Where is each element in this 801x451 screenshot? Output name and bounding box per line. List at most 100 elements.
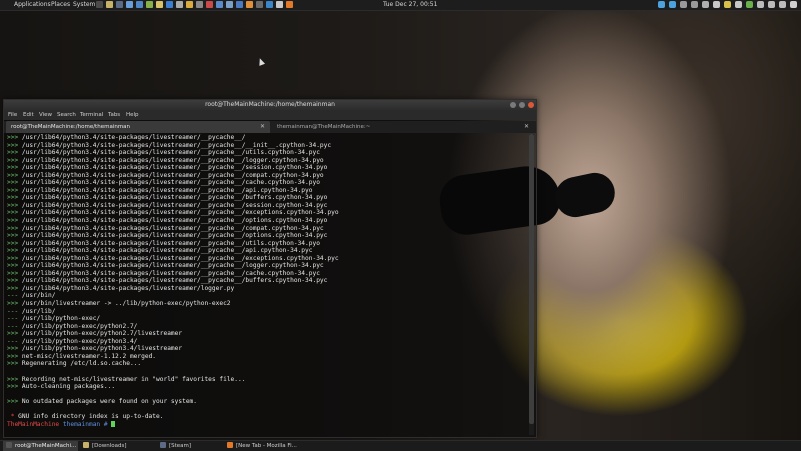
task-label: [Steam] — [169, 443, 192, 449]
badge-icon[interactable] — [724, 1, 731, 8]
menu-search[interactable]: Search — [57, 110, 76, 120]
app-icon[interactable] — [176, 1, 183, 8]
terminal-line: >>> Recording net-misc/livestreamer in "… — [7, 376, 529, 384]
mail-icon[interactable] — [156, 1, 163, 8]
terminal-line-text: >>> /usr/lib64/python3.4/site-packages/l… — [7, 254, 339, 262]
firefox-icon[interactable] — [286, 1, 293, 8]
terminal-line-text: >>> /usr/lib/python-exec/python3.4/lives… — [7, 345, 183, 353]
menu-places[interactable]: Places — [51, 0, 70, 10]
terminal-line: --- /usr/lib/ — [7, 308, 529, 316]
terminal-line: >>> /usr/lib64/python3.4/site-packages/l… — [7, 157, 529, 165]
steam-icon — [160, 442, 166, 448]
menu-help[interactable]: Help — [126, 110, 139, 120]
terminal-line: >>> /usr/lib64/python3.4/site-packages/l… — [7, 209, 529, 217]
app-icon[interactable] — [136, 1, 143, 8]
mail-icon[interactable] — [680, 1, 687, 8]
volume-icon[interactable] — [768, 1, 775, 8]
display-icon[interactable] — [691, 1, 698, 8]
app-icon[interactable] — [126, 1, 133, 8]
menu-applications[interactable]: Applications — [14, 0, 51, 10]
menu-system[interactable]: System — [73, 0, 95, 10]
terminal-scrollbar[interactable] — [529, 134, 534, 435]
terminal-line-text: >>> Regenerating /etc/ld.so.cache... — [7, 360, 142, 368]
launcher-bar — [96, 1, 293, 9]
app-icon[interactable] — [226, 1, 233, 8]
app-icon[interactable] — [276, 1, 283, 8]
grid-icon[interactable] — [713, 1, 720, 8]
tab-user[interactable]: themainman@TheMainMachine:~ ✕ — [272, 121, 534, 133]
window-titlebar[interactable]: root@TheMainMachine:/home/themainman — [4, 100, 536, 110]
terminal-icon[interactable] — [96, 1, 103, 8]
terminal-line-text: >>> /usr/lib64/python3.4/site-packages/l… — [7, 284, 235, 292]
app-icon[interactable] — [236, 1, 243, 8]
menu-terminal[interactable]: Terminal — [80, 110, 103, 120]
terminal-line: >>> /usr/lib64/python3.4/site-packages/l… — [7, 285, 529, 293]
close-tab-icon[interactable]: ✕ — [260, 121, 265, 133]
terminal-line-text: >>> /usr/lib/python-exec/python2.7/lives… — [7, 330, 183, 338]
terminal-line-text: --- /usr/lib/python-exec/python3.4/ — [7, 337, 138, 345]
terminal-line-text: >>> /usr/lib64/python3.4/site-packages/l… — [7, 156, 324, 164]
scrollbar-thumb[interactable] — [529, 134, 534, 424]
app-icon[interactable] — [266, 1, 273, 8]
menu-edit[interactable]: Edit — [23, 110, 34, 120]
app-icon[interactable] — [186, 1, 193, 8]
terminal-line-text: >>> /usr/lib64/python3.4/site-packages/l… — [7, 217, 328, 225]
twitter-icon[interactable] — [669, 1, 676, 8]
terminal-line-text: --- /usr/bin/ — [7, 292, 56, 300]
minimize-icon[interactable] — [510, 102, 516, 108]
terminal-line-text: >>> /usr/lib64/python3.4/site-packages/l… — [7, 149, 320, 157]
panel-clock[interactable]: Tue Dec 27, 00:51 — [383, 0, 437, 10]
app-icon[interactable] — [779, 1, 786, 8]
app-icon[interactable] — [735, 1, 742, 8]
prompt-path: themainman # — [62, 420, 108, 428]
system-tray — [658, 1, 797, 9]
terminal-line-text: >>> /usr/lib64/python3.4/site-packages/l… — [7, 209, 339, 217]
menu-view[interactable]: View — [39, 110, 52, 120]
menu-file[interactable]: File — [8, 110, 17, 120]
terminal-line: >>> /usr/lib64/python3.4/site-packages/l… — [7, 262, 529, 270]
terminal-line-text: >>> /usr/lib64/python3.4/site-packages/l… — [7, 262, 324, 270]
tab-root[interactable]: root@TheMainMachine:/home/themainman ✕ — [6, 121, 270, 133]
terminal-line: >>> Regenerating /etc/ld.so.cache... — [7, 360, 529, 368]
steam-icon[interactable] — [116, 1, 123, 8]
terminal-line: --- /usr/lib/python-exec/python2.7/ — [7, 323, 529, 331]
close-tab-icon[interactable]: ✕ — [524, 121, 529, 133]
app-icon[interactable] — [256, 1, 263, 8]
tab-user-label: themainman@TheMainMachine:~ — [277, 124, 371, 130]
folder-icon[interactable] — [106, 1, 113, 8]
app-icon[interactable] — [166, 1, 173, 8]
app-icon[interactable] — [206, 1, 213, 8]
twitter-icon[interactable] — [658, 1, 665, 8]
maximize-icon[interactable] — [519, 102, 525, 108]
top-panel: Applications Places System Tue Dec 27, 0… — [0, 0, 801, 11]
app-icon[interactable] — [146, 1, 153, 8]
app-icon[interactable] — [196, 1, 203, 8]
terminal-line-text: >>> /usr/lib64/python3.4/site-packages/l… — [7, 141, 332, 149]
terminal-line-text: >>> /usr/lib64/python3.4/site-packages/l… — [7, 224, 324, 232]
network-icon[interactable] — [757, 1, 764, 8]
terminal-output[interactable]: >>> /usr/lib64/python3.4/site-packages/l… — [4, 134, 529, 437]
firefox-icon — [227, 442, 233, 448]
menu-tabs[interactable]: Tabs — [108, 110, 120, 120]
terminal-line-text: >>> Auto-cleaning packages... — [7, 383, 116, 391]
close-icon[interactable] — [528, 102, 534, 108]
terminal-icon — [6, 442, 12, 448]
terminal-line-text: >>> net-misc/livestreamer-1.12.2 merged. — [7, 352, 157, 360]
app-icon[interactable] — [246, 1, 253, 8]
wallpaper-sunglasses-lens — [551, 169, 619, 221]
terminal-line-text: * GNU info directory index is up-to-date… — [7, 413, 164, 421]
terminal-prompt[interactable]: TheMainMachine themainman # — [7, 420, 529, 429]
terminal-line: >>> /usr/lib64/python3.4/site-packages/l… — [7, 187, 529, 195]
box-icon[interactable] — [702, 1, 709, 8]
terminal-line-text: >>> /usr/lib64/python3.4/site-packages/l… — [7, 239, 320, 247]
terminal-line-text: --- /usr/lib/ — [7, 307, 56, 315]
app-icon[interactable] — [216, 1, 223, 8]
terminal-line-text: >>> /usr/lib64/python3.4/site-packages/l… — [7, 186, 313, 194]
terminal-line: >>> /usr/lib64/python3.4/site-packages/l… — [7, 270, 529, 278]
app-icon[interactable] — [746, 1, 753, 8]
terminal-line-text: >>> /usr/lib64/python3.4/site-packages/l… — [7, 164, 328, 172]
terminal-line: >>> /usr/lib64/python3.4/site-packages/l… — [7, 164, 529, 172]
power-icon[interactable] — [790, 1, 797, 8]
terminal-line-text: >>> /usr/lib64/python3.4/site-packages/l… — [7, 171, 324, 179]
terminal-line: --- /usr/bin/ — [7, 292, 529, 300]
